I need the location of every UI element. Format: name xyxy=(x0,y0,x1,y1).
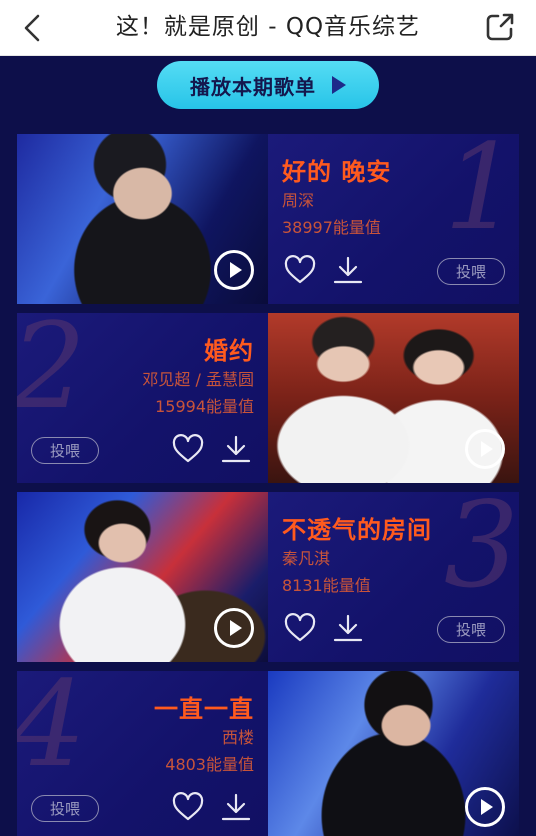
song-artist[interactable]: 秦凡淇 xyxy=(282,545,330,569)
song-card-3[interactable]: 3 不透气的房间 秦凡淇 8131能量值 投喂 xyxy=(17,492,519,662)
heart-icon[interactable] xyxy=(172,792,204,822)
song-cover-image[interactable] xyxy=(17,492,268,662)
song-cover-image[interactable] xyxy=(268,671,519,836)
song-title[interactable]: 婚约 xyxy=(204,331,254,366)
heart-icon[interactable] xyxy=(284,255,316,285)
song-info-panel: 3 不透气的房间 秦凡淇 8131能量值 投喂 xyxy=(268,492,519,662)
feed-button[interactable]: 投喂 xyxy=(31,795,99,822)
song-card-2[interactable]: 2 婚约 邓见超 / 孟慧圆 15994能量值 投喂 xyxy=(17,313,519,483)
page-title: 这！就是原创 - QQ音乐综艺 xyxy=(115,14,421,40)
download-icon[interactable] xyxy=(220,434,252,464)
play-circle-icon[interactable] xyxy=(465,429,505,469)
share-icon[interactable] xyxy=(484,11,516,43)
feed-button[interactable]: 投喂 xyxy=(437,258,505,285)
song-info-panel: 4 一直一直 西楼 4803能量值 投喂 xyxy=(17,671,268,836)
play-circle-icon[interactable] xyxy=(465,787,505,827)
song-artist[interactable]: 邓见超 / 孟慧圆 xyxy=(142,366,254,390)
rank-number: 1 xyxy=(443,134,519,256)
song-card-1[interactable]: 1 好的 晚安 周深 38997能量值 投喂 xyxy=(17,134,519,304)
play-circle-icon[interactable] xyxy=(214,250,254,290)
song-info-panel: 2 婚约 邓见超 / 孟慧圆 15994能量值 投喂 xyxy=(17,313,268,483)
download-icon[interactable] xyxy=(332,613,364,643)
song-title[interactable]: 不透气的房间 xyxy=(282,510,432,545)
song-artist[interactable]: 西楼 xyxy=(222,724,254,748)
play-playlist-label: 播放本期歌单 xyxy=(190,74,316,99)
back-arrow-icon[interactable] xyxy=(18,12,50,44)
heart-icon[interactable] xyxy=(172,434,204,464)
song-info-panel: 1 好的 晚安 周深 38997能量值 投喂 xyxy=(268,134,519,304)
song-artist[interactable]: 周深 xyxy=(282,187,314,211)
song-cover-image[interactable] xyxy=(17,134,268,304)
play-triangle-icon xyxy=(332,76,346,94)
play-circle-icon[interactable] xyxy=(214,608,254,648)
download-icon[interactable] xyxy=(220,792,252,822)
song-title[interactable]: 好的 晚安 xyxy=(282,152,391,187)
song-card-4[interactable]: 4 一直一直 西楼 4803能量值 投喂 xyxy=(17,671,519,836)
rank-number: 3 xyxy=(443,492,519,614)
energy-count: 15994能量值 xyxy=(155,397,254,416)
feed-button[interactable]: 投喂 xyxy=(437,616,505,643)
heart-icon[interactable] xyxy=(284,613,316,643)
energy-count: 4803能量值 xyxy=(165,755,254,774)
energy-count: 8131能量值 xyxy=(282,576,371,595)
rank-number: 4 xyxy=(17,671,87,793)
download-icon[interactable] xyxy=(332,255,364,285)
energy-count: 38997能量值 xyxy=(282,218,381,237)
song-cover-image[interactable] xyxy=(268,313,519,483)
play-playlist-button[interactable]: 播放本期歌单 xyxy=(157,61,379,109)
feed-button[interactable]: 投喂 xyxy=(31,437,99,464)
rank-number: 2 xyxy=(17,313,87,435)
song-title[interactable]: 一直一直 xyxy=(154,689,254,724)
top-bar: 这！就是原创 - QQ音乐综艺 xyxy=(0,0,536,56)
